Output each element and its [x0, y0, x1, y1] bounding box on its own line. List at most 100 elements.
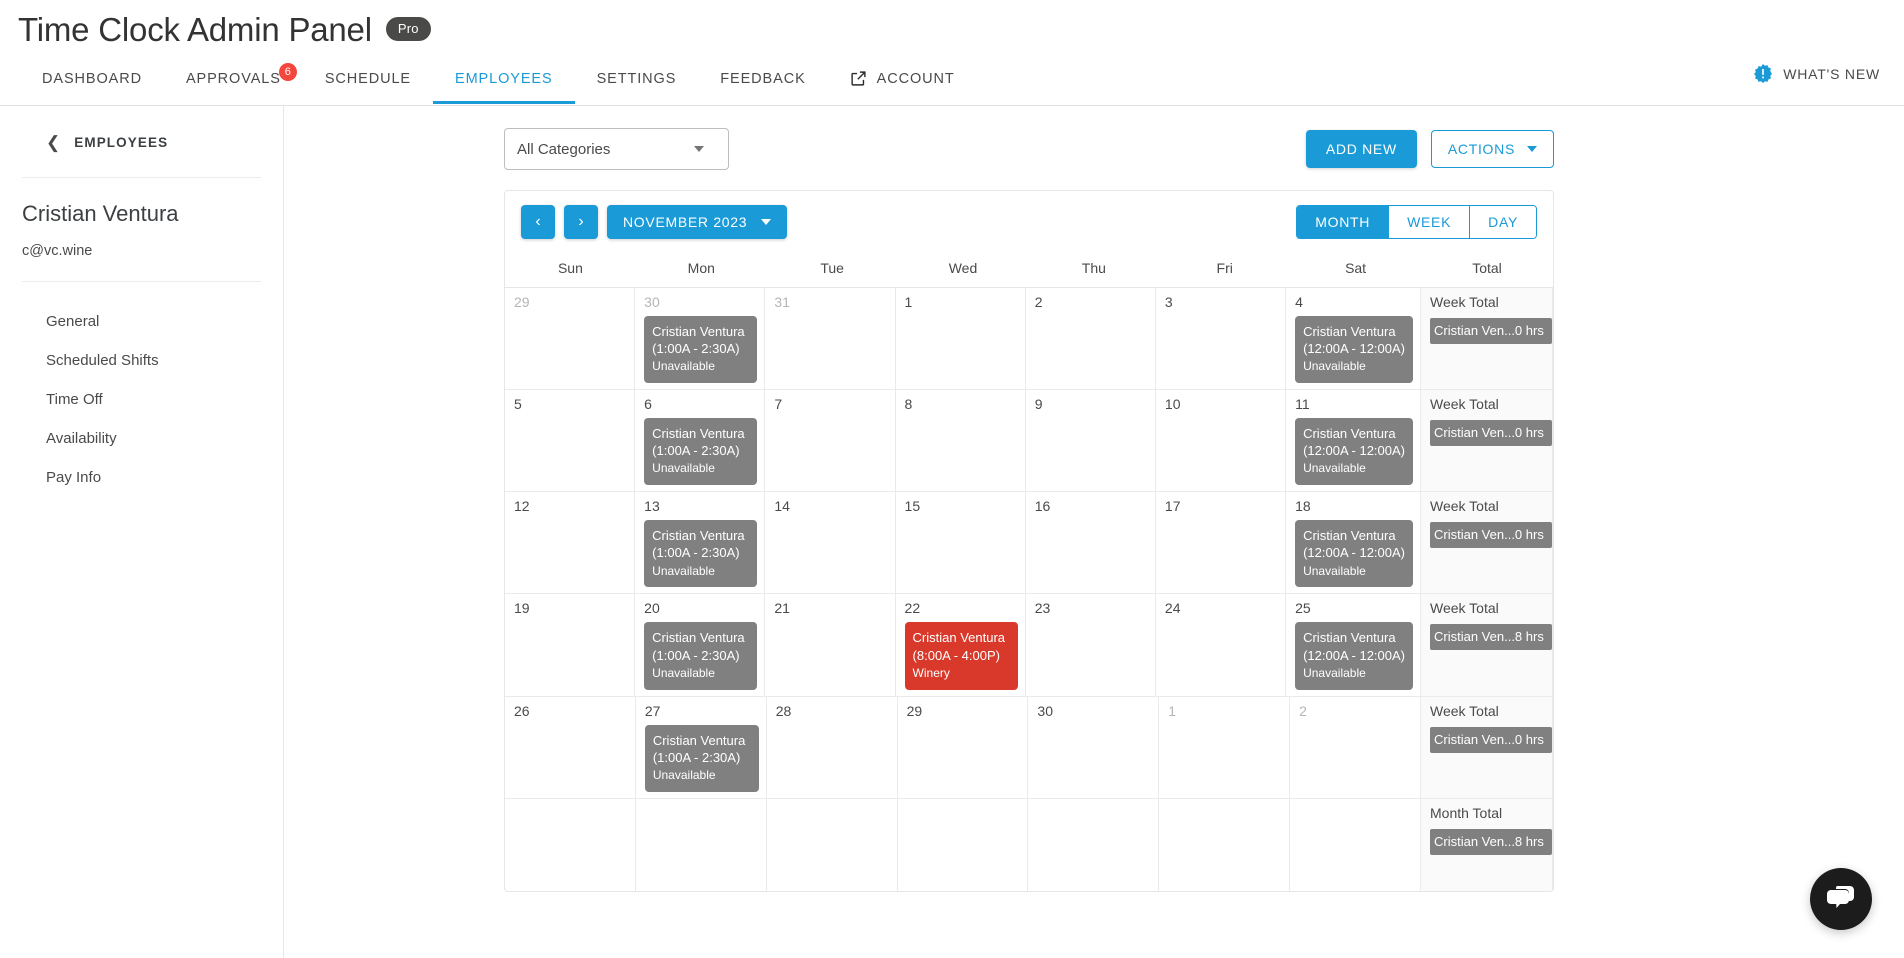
nav-tab-account[interactable]: ACCOUNT	[828, 70, 977, 104]
calendar-day-cell[interactable]: 2	[1026, 288, 1156, 390]
calendar-day-number: 29	[514, 294, 530, 310]
calendar-view-week[interactable]: WEEK	[1389, 206, 1471, 238]
chat-widget-button[interactable]	[1810, 868, 1872, 930]
category-select[interactable]: All Categories	[504, 128, 729, 170]
calendar-total-cell: Week Total Cristian Ven...0 hrs	[1421, 288, 1553, 390]
whats-new-button[interactable]: WHAT'S NEW	[1753, 64, 1880, 84]
calendar-day-cell[interactable]: 10	[1156, 390, 1287, 492]
sidebar-person: Cristian Ventura c@vc.wine	[0, 178, 283, 281]
calendar-day-cell[interactable]: 15	[896, 492, 1026, 594]
nav-tab-label: SCHEDULE	[324, 71, 411, 87]
calendar-day-cell[interactable]	[1290, 798, 1421, 891]
actions-button[interactable]: ACTIONS	[1430, 130, 1554, 168]
calendar-event[interactable]: Cristian Ventura (12:00A - 12:00A) Unavail…	[1295, 418, 1413, 486]
calendar-day-cell[interactable]: 19	[505, 594, 636, 696]
calendar-day-cell[interactable]: 2	[1290, 696, 1421, 798]
calendar-day-cell[interactable]: 30 Cristian Ventura (1:00A - 2:30A) Unavail…	[635, 288, 766, 390]
calendar-day-cell[interactable]: 23	[1026, 594, 1156, 696]
calendar-day-cell[interactable]: 25 Cristian Ventura (12:00A - 12:00A) Unava…	[1286, 594, 1421, 696]
calendar-view-day[interactable]: DAY	[1470, 206, 1536, 238]
nav-tab-feedback[interactable]: FEEDBACK	[698, 71, 827, 104]
calendar-day-cell[interactable]: 18 Cristian Ventura (12:00A - 12:00A) Unava…	[1286, 492, 1421, 594]
calendar-day-cell[interactable]: 24	[1156, 594, 1287, 696]
calendar-day-cell[interactable]: 5	[505, 390, 636, 492]
calendar-dow-header: Mon	[687, 260, 715, 276]
calendar-event[interactable]: Cristian Ventura (1:00A - 2:30A) Unavailab…	[644, 520, 758, 588]
sidebar-item-general[interactable]: General	[0, 302, 283, 341]
calendar-day-cell[interactable]: 11 Cristian Ventura (12:00A - 12:00A) Unava…	[1286, 390, 1421, 492]
calendar-event[interactable]: Cristian Ventura (1:00A - 2:30A) Unavailab…	[644, 316, 758, 384]
calendar-day-cell[interactable]: 9	[1026, 390, 1156, 492]
calendar-prev-button[interactable]: ‹	[521, 205, 555, 239]
sidebar-item-time-off[interactable]: Time Off	[0, 380, 283, 419]
calendar-event[interactable]: Cristian Ventura (1:00A - 2:30A) Unavailab…	[644, 418, 758, 486]
calendar-total-label: Week Total	[1430, 600, 1499, 617]
chevron-down-icon	[761, 219, 772, 225]
calendar-day-cell[interactable]: 1	[896, 288, 1026, 390]
calendar-week-row: 12 13 Cristian Ventura (1:00A - 2:30A) Unava…	[505, 492, 1553, 595]
calendar-event-label: Unavailable	[652, 359, 715, 374]
calendar-total-cell: Week Total Cristian Ven...0 hrs	[1421, 492, 1553, 594]
calendar-day-number: 11	[1295, 396, 1310, 413]
sidebar-item-scheduled-shifts[interactable]: Scheduled Shifts	[0, 341, 283, 380]
nav-tab-dashboard[interactable]: DASHBOARD	[20, 71, 164, 104]
calendar-total-cell: Week Total Cristian Ven...8 hrs	[1421, 594, 1553, 696]
calendar-day-cell[interactable]: 21	[765, 594, 896, 696]
calendar-day-cell[interactable]: 31	[765, 288, 896, 390]
calendar-event[interactable]: Cristian Ventura (12:00A - 12:00A) Unavail…	[1295, 520, 1413, 588]
calendar-total-label: Week Total	[1430, 498, 1499, 515]
sidebar-item-pay-info[interactable]: Pay Info	[0, 458, 283, 497]
calendar-grid: Sun Mon Tue Wed Thu Fri Sat Total 29 30 Cristian …	[505, 251, 1553, 891]
calendar-toolbar: ‹ › NOVEMBER 2023 MONTH WEEK DAY	[505, 191, 1553, 251]
calendar-day-cell[interactable]: 6 Cristian Ventura (1:00A - 2:30A) Unavaila…	[635, 390, 766, 492]
calendar-day-cell[interactable]: 3	[1156, 288, 1287, 390]
calendar-day-cell[interactable]: 1	[1159, 696, 1291, 798]
add-new-button[interactable]: ADD NEW	[1305, 130, 1417, 168]
nav-tab-settings[interactable]: SETTINGS	[575, 71, 699, 104]
chevron-left-icon: ❮	[46, 133, 61, 152]
calendar-day-number: 23	[1034, 600, 1051, 617]
sidebar-item-availability[interactable]: Availability	[0, 419, 283, 458]
calendar-event[interactable]: Cristian Ventura (8:00A - 4:00P) Winery	[904, 622, 1018, 690]
calendar-day-cell[interactable]: 29	[898, 696, 1029, 798]
calendar-day-cell[interactable]: 30	[1028, 696, 1160, 798]
calendar-day-cell[interactable]: 7	[765, 390, 896, 492]
calendar-day-cell[interactable]	[505, 798, 636, 891]
nav-tab-employees[interactable]: EMPLOYEES	[433, 71, 575, 104]
calendar-event[interactable]: Cristian Ventura (12:00A - 12:00A) Unavail…	[1295, 316, 1413, 384]
chevron-down-icon	[1527, 146, 1537, 152]
calendar-day-cell[interactable]	[898, 798, 1029, 891]
calendar-event[interactable]: Cristian Ventura (1:00A - 2:30A) Unavailab…	[644, 622, 758, 690]
calendar-day-cell[interactable]: 14	[765, 492, 896, 594]
content-toolbar: All Categories ADD NEW ACTIONS	[504, 128, 1554, 170]
calendar-day-cell[interactable]: 22 Cristian Ventura (8:00A - 4:00P) Winery	[896, 594, 1026, 696]
calendar-next-button[interactable]: ›	[564, 205, 598, 239]
sidebar-back-to-employees[interactable]: ❮ EMPLOYEES	[0, 106, 283, 177]
calendar-event-title: Cristian Ventura	[652, 426, 745, 442]
calendar-day-cell[interactable]: 29	[505, 288, 636, 390]
calendar-day-cell[interactable]	[1159, 798, 1291, 891]
nav-tab-schedule[interactable]: SCHEDULE	[303, 71, 433, 104]
calendar-day-cell[interactable]	[767, 798, 898, 891]
calendar-day-cell[interactable]: 17	[1156, 492, 1287, 594]
calendar-event-title: Cristian Ventura	[652, 528, 745, 544]
calendar-period-button[interactable]: NOVEMBER 2023	[607, 205, 788, 239]
calendar-day-cell[interactable]: 20 Cristian Ventura (1:00A - 2:30A) Unavail…	[635, 594, 766, 696]
calendar-day-cell[interactable]: 13 Cristian Ventura (1:00A - 2:30A) Unavail…	[635, 492, 766, 594]
alert-burst-icon	[1753, 64, 1773, 84]
calendar-view-month[interactable]: MONTH	[1297, 206, 1390, 238]
calendar-day-cell[interactable]	[1028, 798, 1160, 891]
calendar-event[interactable]: Cristian Ventura (12:00A - 12:00A) Unavail…	[1295, 622, 1413, 690]
calendar-day-cell[interactable]	[636, 798, 767, 891]
calendar-day-cell[interactable]: 28	[767, 696, 898, 798]
calendar-day-cell[interactable]: 12	[505, 492, 636, 594]
calendar-day-cell[interactable]: 16	[1026, 492, 1156, 594]
calendar-day-cell[interactable]: 8	[896, 390, 1026, 492]
calendar-event-title: Cristian Ventura	[1303, 324, 1396, 339]
calendar-day-cell[interactable]: 26	[505, 696, 636, 798]
calendar-day-cell[interactable]: 27 Cristian Ventura (1:00A - 2:30A) Unavail…	[636, 696, 767, 798]
calendar-day-cell[interactable]: 4 Cristian Ventura (12:00A - 12:00A) Unavai…	[1286, 288, 1421, 390]
calendar-event-time: (1:00A - 2:30A)	[652, 545, 740, 561]
calendar-event[interactable]: Cristian Ventura (1:00A - 2:30A) Unavailab…	[644, 724, 759, 792]
nav-tab-approvals[interactable]: APPROVALS 6	[164, 63, 303, 104]
